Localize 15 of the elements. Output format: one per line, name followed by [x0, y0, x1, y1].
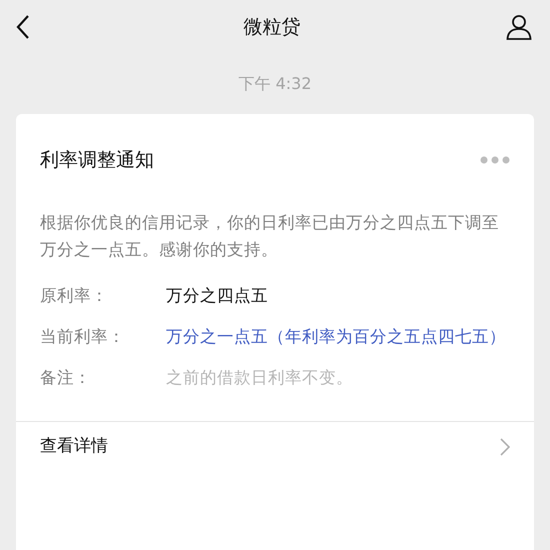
field-label: 当前利率： [40, 326, 126, 348]
back-icon [16, 14, 30, 40]
field-value: 万分之四点五 [166, 284, 269, 306]
field-value: 万分之一点五（年利率为百分之五点四七五） [166, 326, 507, 348]
message-timestamp: 下午 4:32 [238, 73, 312, 95]
field-label: 原利率： [40, 284, 109, 306]
page-title: 微粒贷 [244, 14, 300, 40]
person-icon [506, 14, 532, 40]
field-label: 备注： [40, 366, 92, 388]
message-text: 根据你优良的信用记录，你的日利率已由万分之四点五下调至万分之一点五。感谢你的支持。 [39, 212, 500, 260]
chevron-right-icon [500, 438, 510, 456]
view-details-link[interactable]: 查看详情 [40, 434, 108, 460]
card-title: 利率调整通知 [40, 148, 154, 173]
field-value: 之前的借款日利率不变。 [166, 366, 354, 388]
profile-button[interactable] [504, 12, 534, 42]
